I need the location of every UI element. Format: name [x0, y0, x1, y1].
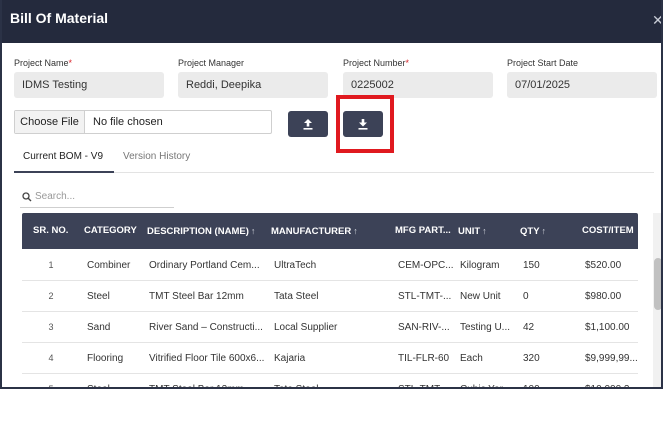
row-description: TMT Steel Bar 12mm — [149, 291, 244, 302]
bom-modal: Bill Of Material ✕ Project Name* IDMS Te… — [0, 0, 663, 389]
row-manufacturer: Kajaria — [274, 353, 306, 364]
row-cost: $1,100.00 — [585, 322, 630, 333]
row-sr-no: 3 — [48, 322, 54, 332]
row-mfg-part: STL-TMT-... — [398, 374, 454, 387]
sort-arrow-icon[interactable]: ↑ — [251, 226, 256, 236]
upload-button[interactable] — [288, 111, 328, 137]
row-description: River Sand – Constructi... — [149, 322, 263, 333]
tab-current-bom[interactable]: Current BOM - V9 — [23, 151, 103, 163]
table-header: SR. NO. CATEGORY DESCRIPTION (NAME) ↑ MAN… — [22, 213, 638, 249]
row-description: Ordinary Portland Cem... — [149, 260, 260, 271]
row-cost: $520.00 — [585, 260, 622, 271]
project-name-label: Project Name* — [14, 58, 73, 68]
search-underline — [20, 207, 174, 208]
scrollbar-thumb[interactable] — [654, 258, 661, 310]
column-mfg-part[interactable]: MFG PART... — [395, 213, 451, 249]
column-unit[interactable]: UNIT ↑ — [458, 213, 487, 249]
search-icon — [22, 192, 32, 202]
row-category: Combiner — [87, 260, 131, 271]
row-unit: New Unit — [460, 291, 501, 302]
sort-arrow-icon[interactable]: ↑ — [482, 226, 487, 236]
table-row[interactable]: 4 Flooring Vitrified Floor Tile 600x6...… — [22, 343, 638, 374]
choose-file-button[interactable]: Choose File — [15, 111, 85, 133]
column-manufacturer[interactable]: MANUFACTURER ↑ — [271, 213, 358, 249]
modal-title: Bill Of Material — [10, 10, 109, 26]
row-sr-no: 5 — [48, 384, 54, 389]
table-row[interactable]: 3 Sand River Sand – Constructi... Local … — [22, 312, 638, 343]
row-category: Sand — [87, 322, 111, 333]
row-manufacturer: UltraTech — [274, 260, 317, 271]
table-row[interactable]: 2 Steel TMT Steel Bar 12mm Tata Steel ST… — [22, 281, 638, 312]
row-unit: Cubic Yar... — [460, 374, 516, 387]
file-input[interactable]: Choose File No file chosen — [14, 110, 272, 134]
close-icon[interactable]: ✕ — [652, 12, 661, 28]
row-manufacturer: Local Supplier — [274, 322, 338, 333]
column-sr-no[interactable]: SR. NO. — [33, 213, 68, 249]
row-mfg-part: SAN-RIV-... — [398, 322, 450, 333]
row-mfg-part: STL-TMT-... — [398, 291, 452, 302]
row-description: Vitrified Floor Tile 600x6... — [149, 353, 265, 364]
row-qty: 150 — [523, 260, 540, 271]
row-qty: 0 — [523, 291, 529, 302]
row-cost: $980.00 — [585, 291, 622, 302]
row-category: Steel — [87, 291, 110, 302]
row-unit: Kilogram — [460, 260, 500, 271]
sort-arrow-icon[interactable]: ↑ — [353, 226, 358, 236]
file-status-text: No file chosen — [93, 116, 163, 128]
row-description: TMT Steel Bar 12mm — [149, 374, 267, 387]
tab-divider — [114, 172, 654, 173]
row-sr-no: 1 — [48, 260, 54, 270]
row-unit: Testing U... — [460, 322, 511, 333]
row-qty: 320 — [523, 353, 540, 364]
row-category: Steel — [87, 374, 145, 387]
row-qty: 42 — [523, 322, 535, 333]
sort-arrow-icon[interactable]: ↑ — [542, 226, 547, 236]
project-manager-label: Project Manager — [178, 58, 245, 68]
column-qty[interactable]: QTY ↑ — [520, 213, 546, 249]
column-category[interactable]: CATEGORY — [84, 213, 137, 249]
project-start-date-label: Project Start Date — [507, 58, 579, 68]
upload-icon — [303, 119, 313, 130]
download-highlight-box — [336, 95, 394, 153]
row-qty: 100 — [523, 374, 579, 387]
row-cost: $9,999,99... — [585, 353, 637, 364]
row-mfg-part: CEM-OPC... — [398, 260, 454, 271]
active-tab-indicator — [14, 171, 114, 173]
project-start-date-field[interactable]: 07/01/2025 — [507, 72, 657, 98]
row-cost: $10,000.2... — [585, 374, 637, 387]
row-mfg-part: TIL-FLR-60 — [398, 353, 450, 364]
row-category: Flooring — [87, 353, 124, 364]
row-unit: Each — [460, 353, 483, 364]
row-manufacturer: Tata Steel — [274, 291, 319, 302]
column-cost[interactable]: COST/ITEM — [582, 213, 634, 249]
project-name-field[interactable]: IDMS Testing — [14, 72, 164, 98]
search-input[interactable]: Search... — [35, 191, 75, 202]
tab-version-history[interactable]: Version History — [123, 151, 190, 163]
modal-header: Bill Of Material ✕ — [2, 0, 661, 43]
row-sr-no: 2 — [48, 291, 54, 301]
table-row[interactable]: 1 Combiner Ordinary Portland Cem... Ultr… — [22, 250, 638, 281]
table-row[interactable]: 5 Steel TMT Steel Bar 12mm Tata Steel ST… — [22, 374, 638, 389]
project-manager-field[interactable]: Reddi, Deepika — [178, 72, 328, 98]
project-number-label: Project Number* — [343, 58, 410, 68]
page: Bill Of Material ✕ Project Name* IDMS Te… — [0, 0, 663, 438]
row-manufacturer: Tata Steel — [274, 374, 392, 387]
row-sr-no: 4 — [48, 353, 54, 363]
column-description[interactable]: DESCRIPTION (NAME) ↑ — [147, 213, 255, 249]
